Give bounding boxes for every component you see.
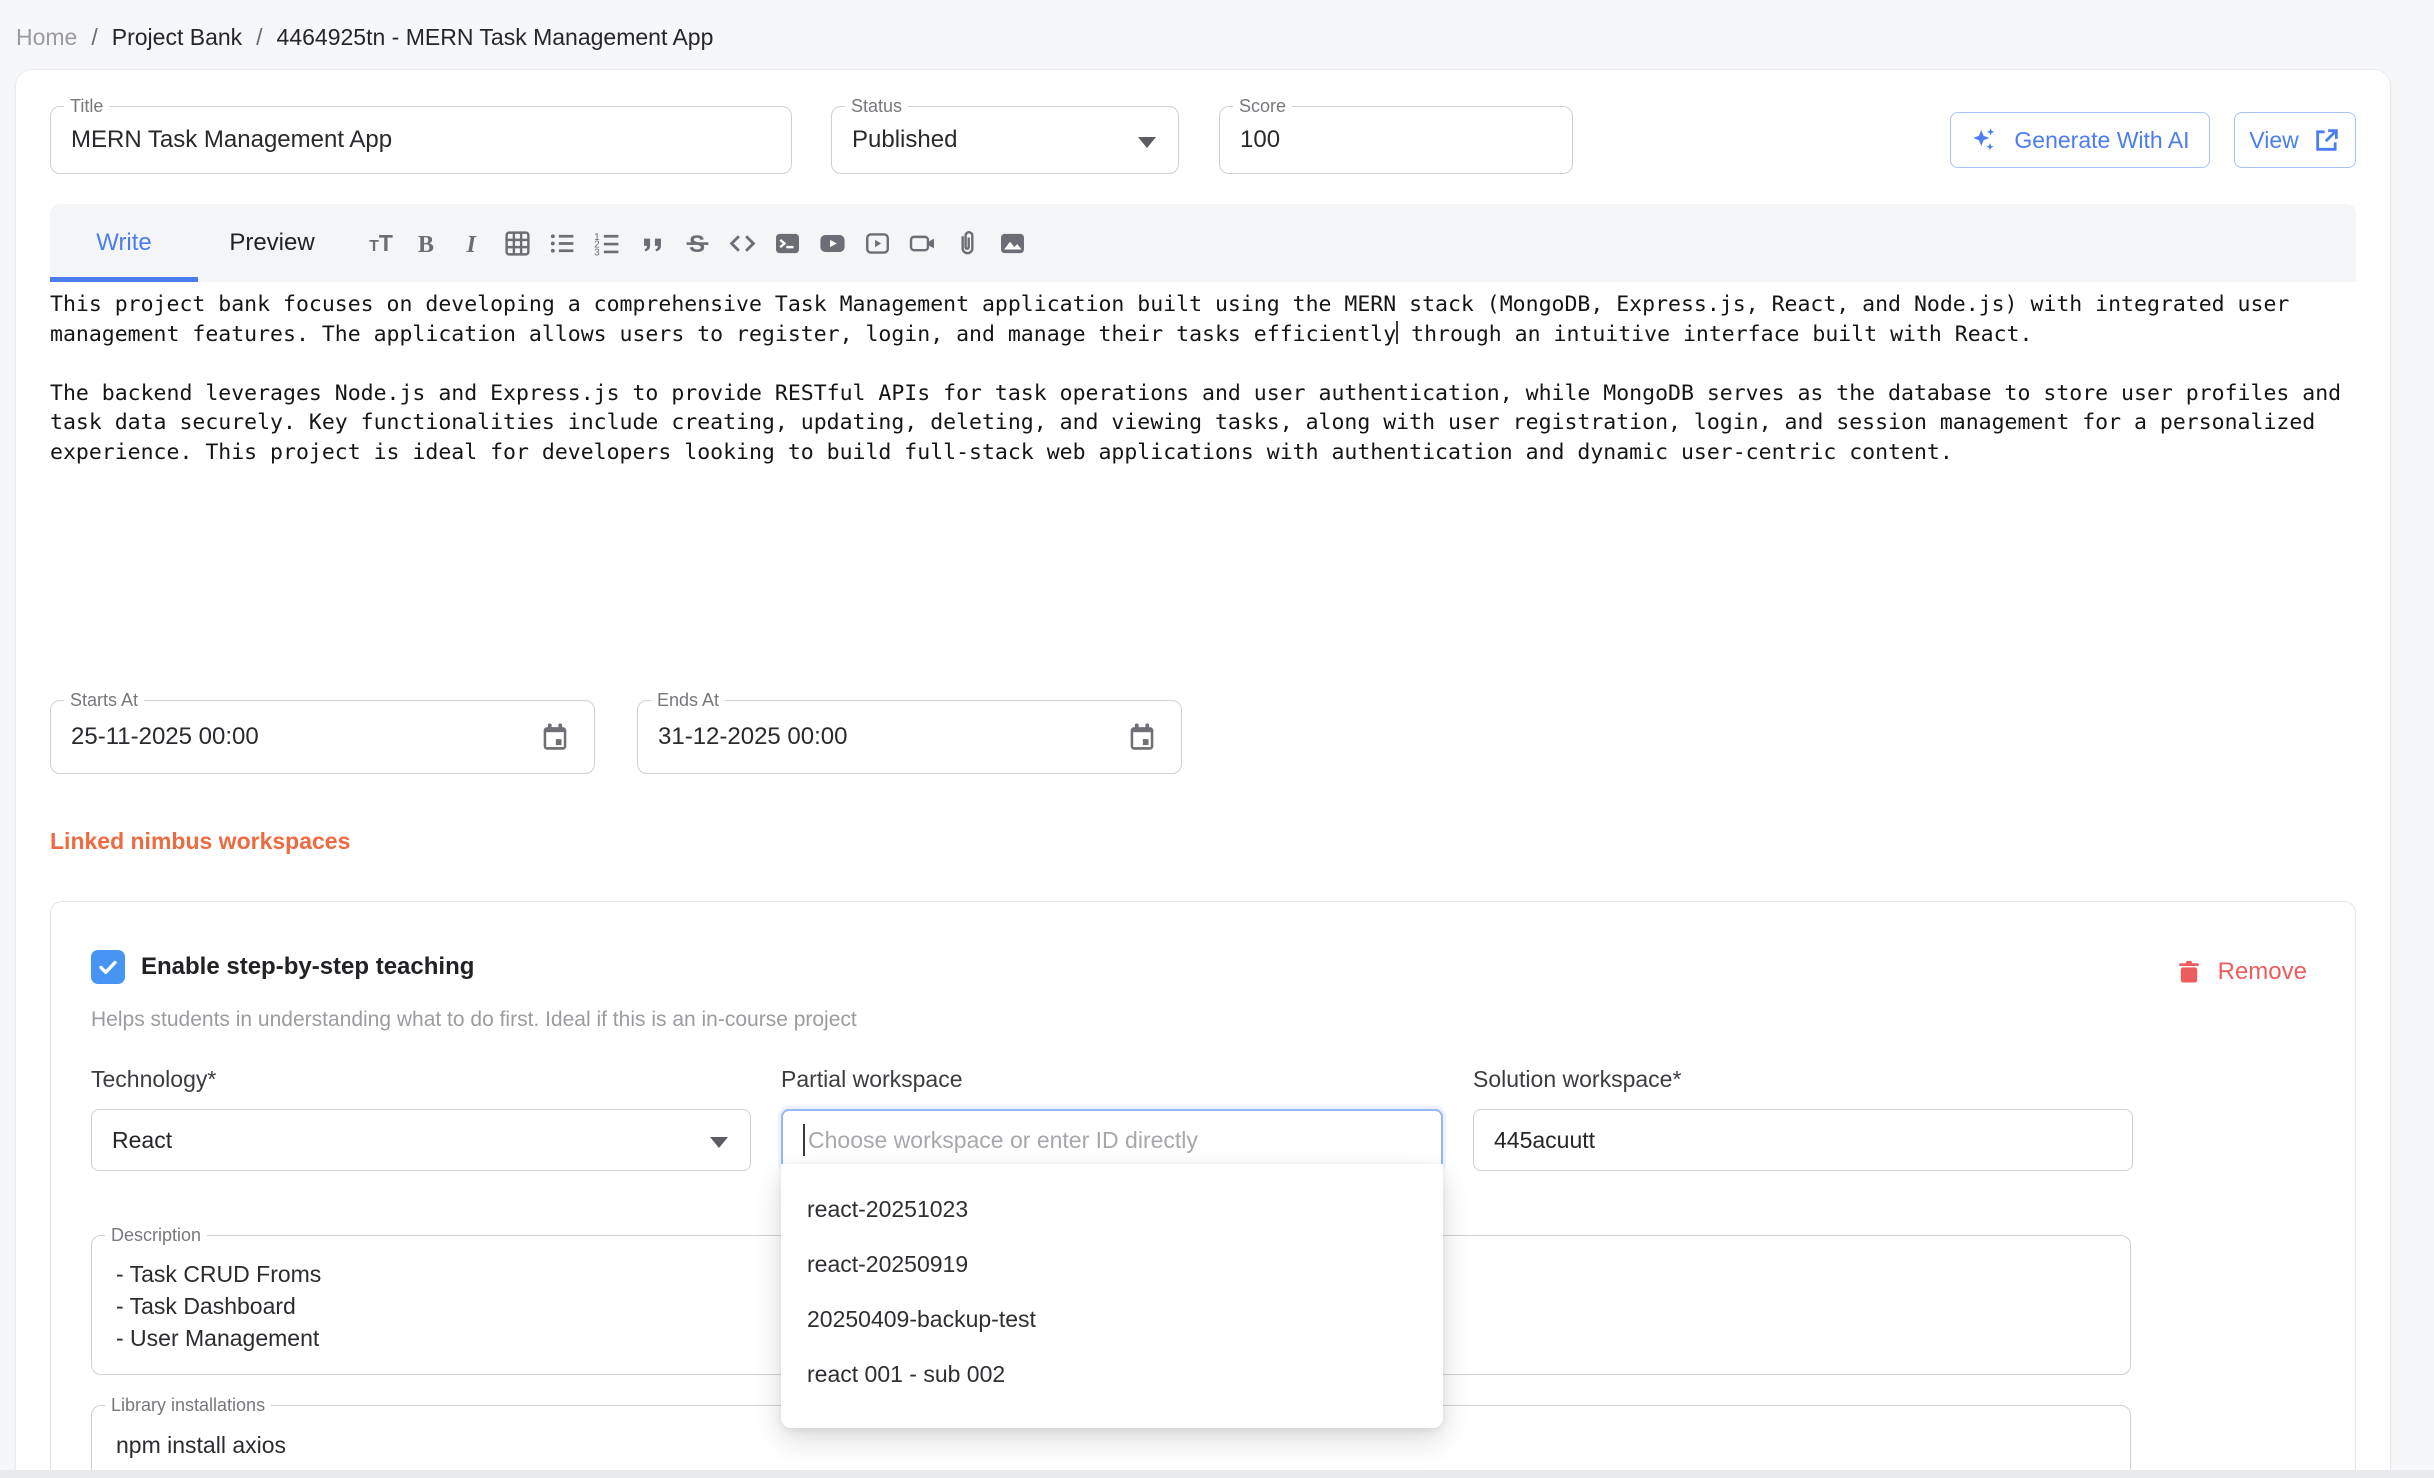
svg-text:T: T	[379, 229, 393, 255]
viewport-bottom-edge	[0, 1470, 2434, 1478]
workspace-fields-row: Technology* React Partial workspace Choo…	[91, 1066, 2315, 1171]
project-editor-card: Title MERN Task Management App Status Pu…	[16, 70, 2390, 1478]
editor-paragraph: The backend leverages Node.js and Expres…	[50, 379, 2354, 468]
dates-row: Starts At 25-11-2025 00:00 Ends At 31-12…	[50, 700, 2356, 774]
workspace-option[interactable]: react-20250919	[781, 1237, 1443, 1292]
project-bank-page: Home / Project Bank / 4464925tn - MERN T…	[0, 0, 2434, 1478]
technology-select-value: React	[112, 1127, 172, 1154]
teaching-checkbox[interactable]	[91, 950, 125, 984]
calendar-icon[interactable]	[1125, 720, 1159, 759]
calendar-icon[interactable]	[538, 720, 572, 759]
text-cursor	[803, 1124, 805, 1156]
breadcrumb-project-bank[interactable]: Project Bank	[112, 24, 242, 51]
workspace-option[interactable]: react 001 - sub 002	[781, 1347, 1443, 1402]
header-buttons: Generate With AI View	[1950, 112, 2356, 168]
workspace-option[interactable]: react-20251023	[781, 1182, 1443, 1237]
score-field[interactable]: Score 100	[1219, 106, 1573, 174]
linked-workspaces-heading: Linked nimbus workspaces	[50, 828, 2356, 855]
strikethrough-icon[interactable]: S	[683, 229, 712, 258]
editor-tabbar: Write Preview TT B I	[50, 204, 2356, 282]
breadcrumb-home[interactable]: Home	[16, 24, 77, 51]
workspace-card: Enable step-by-step teaching Helps stude…	[50, 901, 2356, 1478]
bold-icon[interactable]: B	[413, 229, 442, 258]
remove-workspace-button[interactable]: Remove	[2175, 958, 2307, 986]
workspace-card-header: Enable step-by-step teaching Helps stude…	[91, 950, 2315, 1032]
breadcrumb: Home / Project Bank / 4464925tn - MERN T…	[0, 0, 2434, 51]
generate-with-ai-label: Generate With AI	[2014, 127, 2189, 154]
breadcrumb-current-project: 4464925tn - MERN Task Management App	[277, 24, 714, 51]
technology-select[interactable]: React	[91, 1109, 751, 1171]
score-field-label: Score	[1233, 96, 1292, 117]
teaching-helper-text: Helps students in understanding what to …	[91, 1008, 857, 1032]
tab-write[interactable]: Write	[50, 204, 198, 282]
starts-at-value[interactable]: 25-11-2025 00:00	[51, 701, 594, 773]
teaching-checkbox-label[interactable]: Enable step-by-step teaching	[141, 953, 474, 981]
svg-text:T: T	[369, 237, 379, 254]
chevron-down-icon	[1138, 137, 1156, 148]
library-installations-label: Library installations	[105, 1395, 271, 1416]
ends-at-label: Ends At	[651, 690, 725, 711]
technology-label: Technology*	[91, 1066, 751, 1093]
image-icon[interactable]	[998, 229, 1027, 258]
top-fields-row: Title MERN Task Management App Status Pu…	[50, 106, 2356, 174]
code-icon[interactable]	[728, 229, 757, 258]
generate-with-ai-button[interactable]: Generate With AI	[1950, 112, 2210, 168]
status-select[interactable]: Status Published	[831, 106, 1179, 174]
editor-toolbar: TT B I 123	[368, 229, 1027, 258]
workspace-description-label: Description	[105, 1225, 207, 1246]
ends-at-field[interactable]: Ends At 31-12-2025 00:00	[637, 700, 1182, 774]
view-button-label: View	[2249, 127, 2298, 154]
remove-button-label: Remove	[2218, 958, 2307, 986]
description-editor: Write Preview TT B I	[50, 204, 2356, 664]
format-size-icon[interactable]: TT	[368, 229, 397, 258]
bulleted-list-icon[interactable]	[548, 229, 577, 258]
sparkles-icon	[1970, 125, 2000, 155]
workspace-options-dropdown: react-20251023 react-20250919 20250409-b…	[781, 1164, 1443, 1428]
svg-text:B: B	[418, 230, 434, 257]
solution-workspace-value: 445acuutt	[1494, 1127, 1595, 1154]
solution-workspace-label: Solution workspace*	[1473, 1066, 2133, 1093]
breadcrumb-separator: /	[91, 24, 97, 51]
library-line: npm install axios	[116, 1428, 2106, 1463]
youtube-icon[interactable]	[818, 229, 847, 258]
starts-at-label: Starts At	[64, 690, 144, 711]
numbered-list-icon[interactable]: 123	[593, 229, 622, 258]
title-field-label: Title	[64, 96, 109, 117]
svg-text:I: I	[465, 230, 477, 257]
video-camera-icon[interactable]	[908, 229, 937, 258]
partial-workspace-input[interactable]: Choose workspace or enter ID directly	[781, 1109, 1443, 1171]
video-play-icon[interactable]	[863, 229, 892, 258]
trash-icon	[2175, 958, 2203, 986]
title-field[interactable]: Title MERN Task Management App	[50, 106, 792, 174]
ends-at-value[interactable]: 31-12-2025 00:00	[638, 701, 1181, 773]
chevron-down-icon	[710, 1137, 728, 1148]
partial-workspace-placeholder: Choose workspace or enter ID directly	[808, 1127, 1198, 1154]
table-icon[interactable]	[503, 229, 532, 258]
editor-paragraph: This project bank focuses on developing …	[50, 290, 2354, 349]
breadcrumb-separator: /	[256, 24, 262, 51]
workspace-option[interactable]: 20250409-backup-test	[781, 1292, 1443, 1347]
starts-at-field[interactable]: Starts At 25-11-2025 00:00	[50, 700, 595, 774]
title-field-value[interactable]: MERN Task Management App	[51, 107, 791, 173]
status-select-label: Status	[845, 96, 908, 117]
italic-icon[interactable]: I	[458, 229, 487, 258]
view-button[interactable]: View	[2234, 112, 2356, 168]
attachment-icon[interactable]	[953, 229, 982, 258]
external-link-icon	[2313, 126, 2341, 154]
editor-textarea[interactable]: This project bank focuses on developing …	[50, 282, 2356, 664]
svg-text:3: 3	[594, 247, 599, 257]
tab-preview[interactable]: Preview	[198, 204, 346, 282]
quote-icon[interactable]	[638, 229, 667, 258]
solution-workspace-input[interactable]: 445acuutt	[1473, 1109, 2133, 1171]
partial-workspace-label: Partial workspace	[781, 1066, 1443, 1093]
terminal-icon[interactable]	[773, 229, 802, 258]
